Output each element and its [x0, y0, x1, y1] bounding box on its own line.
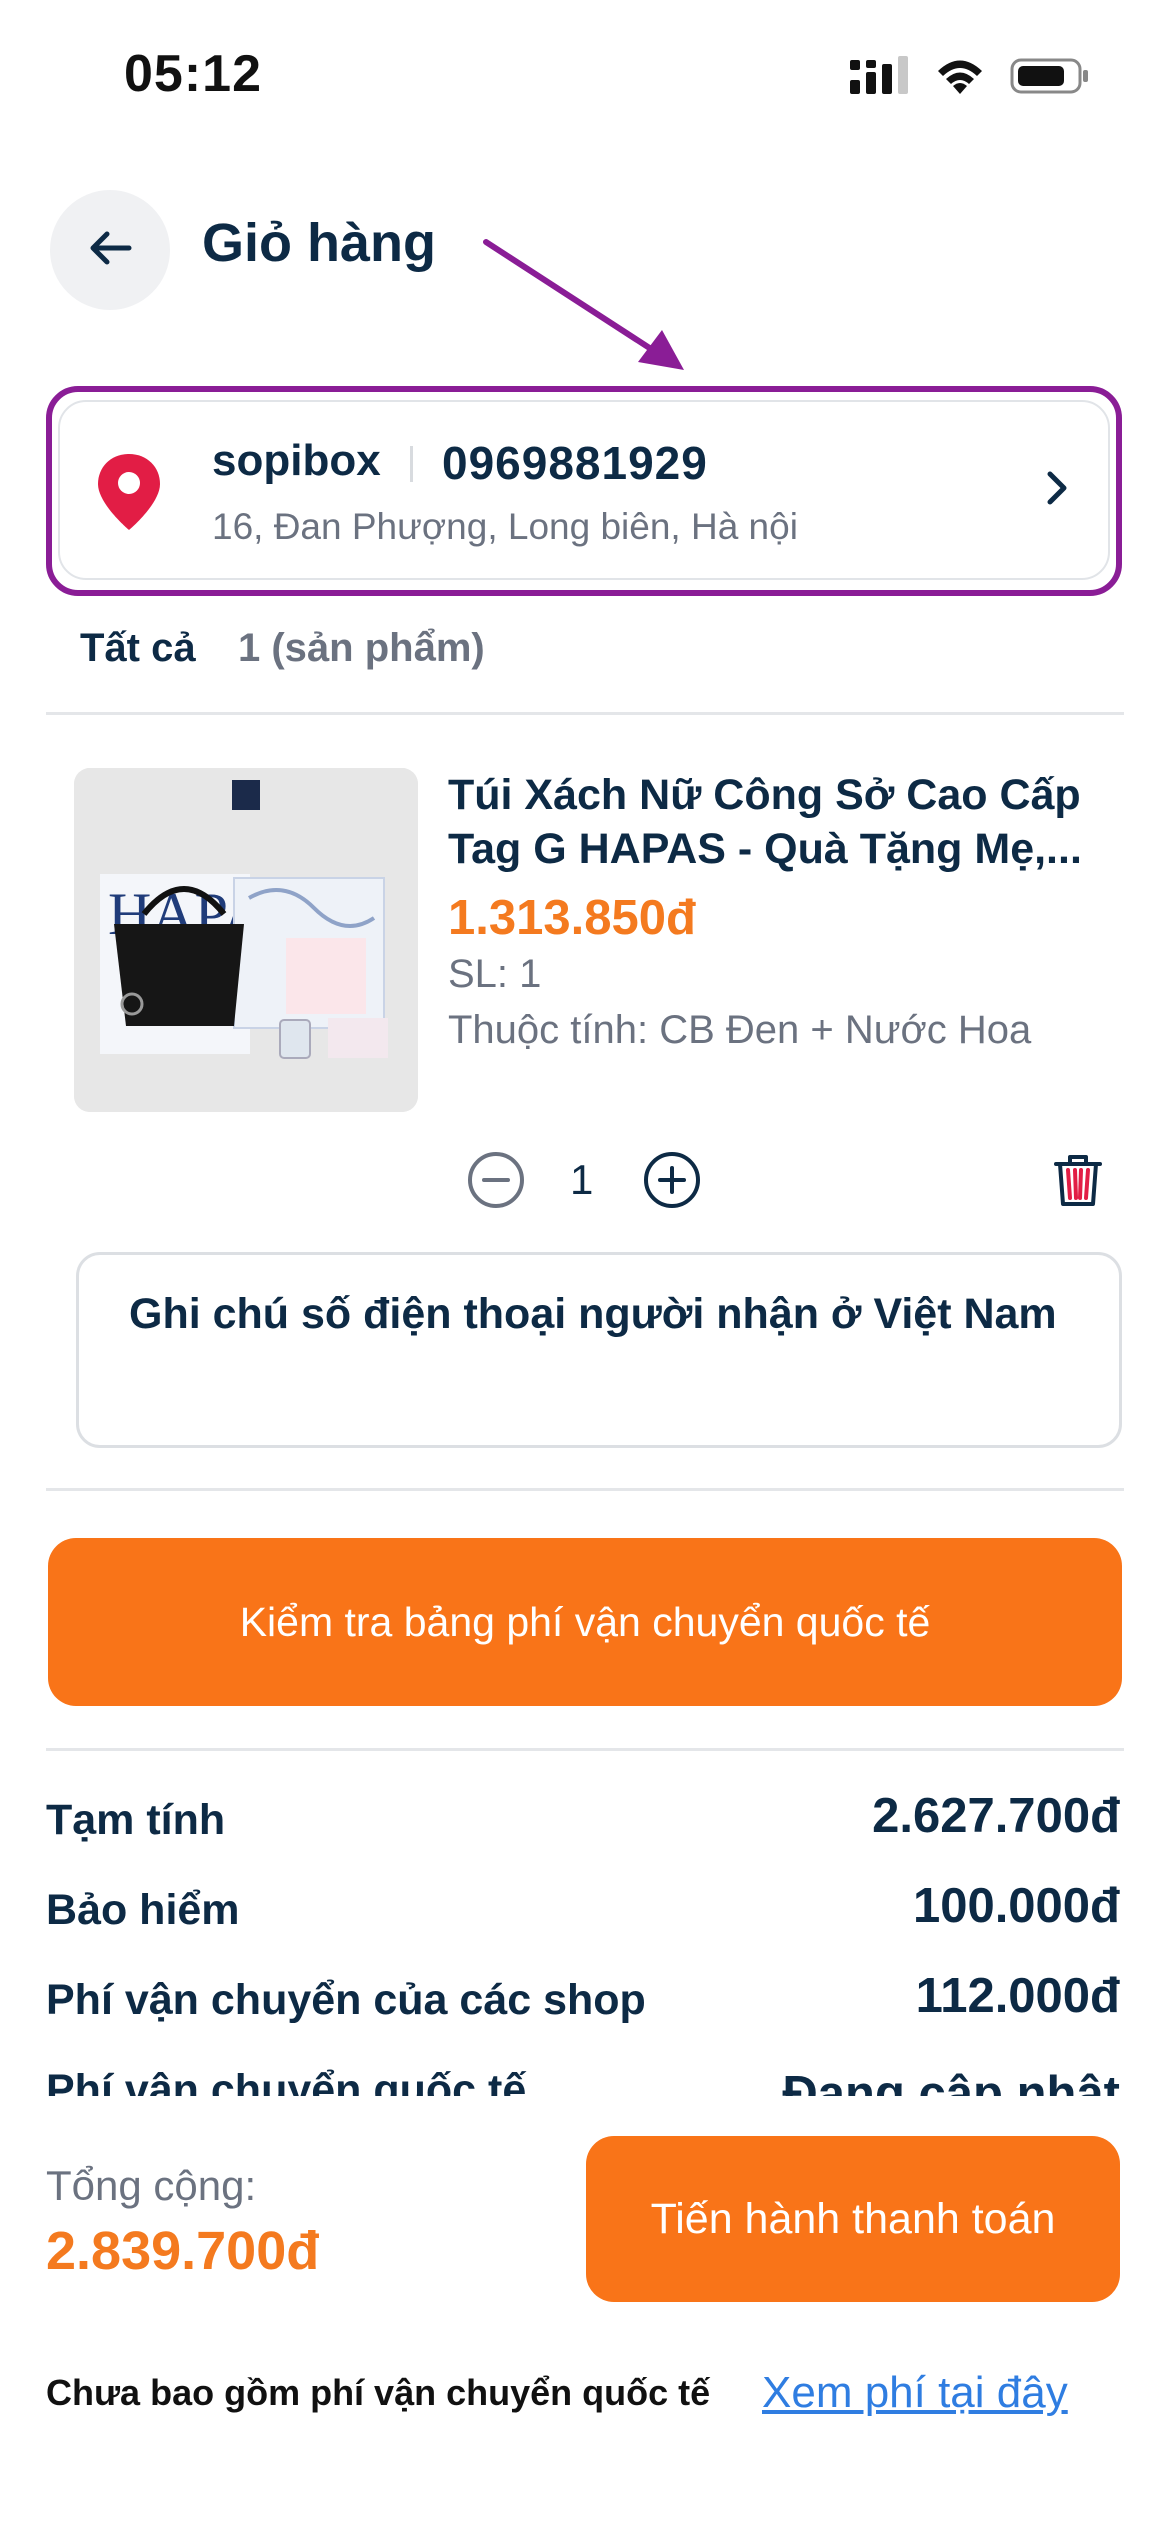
insurance-label: Bảo hiểm [46, 1886, 240, 1934]
page-title: Giỏ hàng [202, 213, 436, 273]
status-icons [850, 56, 1090, 101]
intl-shipping-value: Đang cập nhật [782, 2067, 1120, 2096]
annotation-arrow [470, 230, 700, 385]
intl-shipping-label: Phí vận chuyển quốc tế [46, 2066, 527, 2096]
signal-icon [850, 56, 910, 101]
status-time: 05:12 [124, 45, 262, 103]
quantity-value: 1 [570, 1156, 594, 1203]
annotation-highlight-box [46, 386, 1122, 596]
subtotal-label: Tạm tính [46, 1796, 226, 1844]
footer-note: Chưa bao gồm phí vận chuyển quốc tế [46, 2372, 711, 2413]
plus-circle-icon[interactable] [642, 1150, 702, 1210]
minus-circle-icon[interactable] [466, 1150, 526, 1210]
battery-icon [1010, 56, 1090, 101]
wifi-icon [934, 56, 986, 101]
trash-icon[interactable] [1048, 1150, 1108, 1210]
item-count: 1 (sản phẩm) [238, 626, 485, 670]
scroll-clip: Phí vận chuyển quốc tế Đang cập nhật [0, 2060, 1170, 2096]
total-value: 2.839.700đ [46, 2221, 320, 2281]
product-attributes: Thuộc tính: CB Đen + Nước Hoa [448, 1008, 1032, 1052]
back-button[interactable] [50, 190, 170, 310]
product-price: 1.313.850đ [448, 891, 696, 945]
insurance-value: 100.000đ [912, 1879, 1120, 1933]
check-shipping-fee-button[interactable]: Kiểm tra bảng phí vận chuyển quốc tế [48, 1538, 1122, 1706]
divider [46, 1488, 1124, 1491]
back-arrow-icon [87, 228, 133, 273]
total-label: Tổng cộng: [46, 2162, 257, 2209]
shop-shipping-label: Phí vận chuyển của các shop [46, 1976, 646, 2024]
product-quantity-label: SL: 1 [448, 952, 542, 996]
view-fee-link[interactable]: Xem phí tại đây [762, 2368, 1068, 2418]
divider [46, 712, 1124, 715]
divider [46, 1748, 1124, 1751]
product-image[interactable]: HAPAS [74, 768, 418, 1112]
product-title[interactable]: Túi Xách Nữ Công Sở Cao Cấp Tag G HAPAS … [448, 768, 1120, 876]
recipient-note-field[interactable]: Ghi chú số điện thoại người nhận ở Việt … [76, 1252, 1122, 1448]
checkout-button[interactable]: Tiến hành thanh toán [586, 2136, 1120, 2302]
subtotal-value: 2.627.700đ [872, 1789, 1120, 1843]
all-items-label: Tất cả [80, 626, 196, 670]
shop-shipping-value: 112.000đ [915, 1969, 1120, 2023]
